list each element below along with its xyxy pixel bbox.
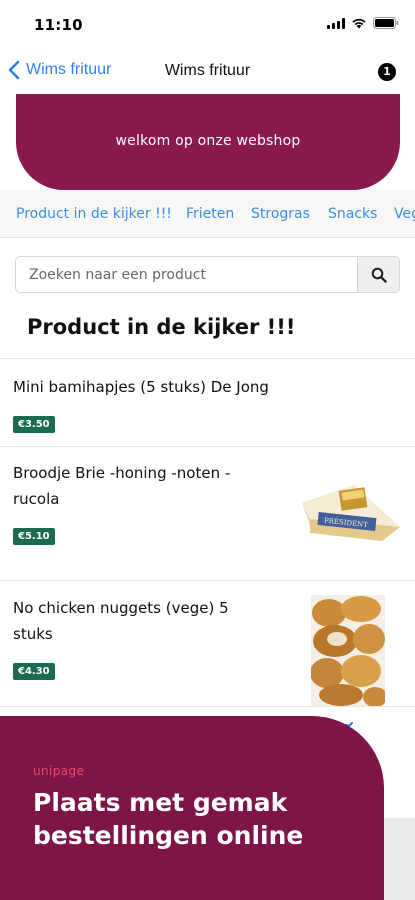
search-button[interactable] xyxy=(357,257,399,292)
tab-frieten[interactable]: Frieten xyxy=(186,206,234,222)
product-name: Broodje Brie -honing -noten - rucola xyxy=(13,464,231,508)
tab-snacks[interactable]: Snacks xyxy=(328,206,377,222)
promo-title: Plaats met gemak bestellingen online xyxy=(33,788,304,850)
nuggets-image xyxy=(311,595,385,707)
status-icons xyxy=(327,17,399,29)
product-card[interactable]: No chicken nuggets (vege) 5 stuks €4.30 xyxy=(0,580,415,707)
category-tabs: Product in de kijker !!! Frieten Strogra… xyxy=(0,190,415,238)
welcome-banner: welkom op onze webshop xyxy=(16,94,400,190)
cheese-image: PRÉSIDENT xyxy=(302,485,400,541)
product-card[interactable]: Broodje Brie -honing -noten - rucola €5.… xyxy=(0,446,415,580)
tab-veg[interactable]: Veg xyxy=(394,206,415,222)
price-badge: €4.30 xyxy=(13,663,55,680)
cellular-signal-icon xyxy=(327,17,345,29)
promo-overlay[interactable]: unipage Plaats met gemak bestellingen on… xyxy=(0,716,384,900)
status-time: 11:10 xyxy=(34,16,83,34)
unipage-logo: unipage xyxy=(33,764,85,778)
navigation-bar: Wims frituur Wims frituur 1 xyxy=(0,50,415,94)
product-card[interactable]: Mini bamihapjes (5 stuks) De Jong €3.50 xyxy=(0,358,415,446)
search-icon xyxy=(371,267,387,283)
search-bar xyxy=(15,256,400,293)
battery-icon xyxy=(373,17,399,29)
product-name: Mini bamihapjes (5 stuks) De Jong xyxy=(13,378,269,396)
tab-strogras[interactable]: Strogras xyxy=(251,206,310,222)
product-name: No chicken nuggets (vege) 5 stuks xyxy=(13,599,229,643)
background-strip xyxy=(384,818,415,900)
wifi-icon xyxy=(351,17,367,29)
search-input[interactable] xyxy=(16,257,358,292)
tab-product-in-de-kijker[interactable]: Product in de kijker !!! xyxy=(16,206,172,222)
page-title: Wims frituur xyxy=(164,62,251,79)
price-badge: €5.10 xyxy=(13,528,55,545)
price-badge: €3.50 xyxy=(13,416,55,433)
welcome-text: welkom op onze webshop xyxy=(115,133,301,149)
cart-count-badge[interactable]: 1 xyxy=(378,63,396,81)
section-title: Product in de kijker !!! xyxy=(27,315,296,339)
status-bar: 11:10 xyxy=(0,0,415,50)
